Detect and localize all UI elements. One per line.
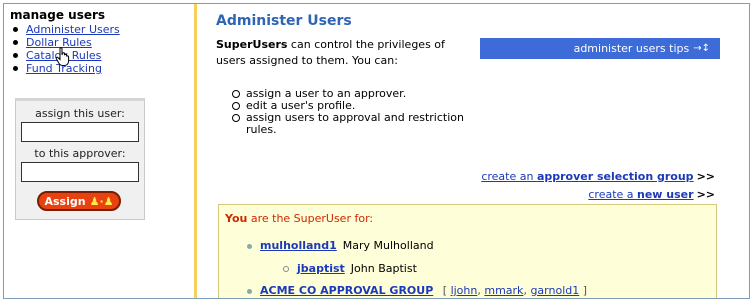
user-login-link[interactable]: mulholland1 [260,239,337,252]
sidebar: manage users Administer Users Dollar Rul… [4,4,194,298]
sidebar-title: manage users [10,8,106,22]
administer-users-link[interactable]: Administer Users [26,23,120,36]
superuser-panel: You are the SuperUser for: mulholland1 Ma… [218,204,717,298]
create-new-user-link[interactable]: create a new user [588,188,693,201]
you-label: You [225,212,248,225]
bracket-open: [ [442,284,448,297]
assign-user-panel: assign this user: to this approver: Assi… [15,98,145,220]
list-item: assign users to approval and restriction… [232,112,492,136]
capabilities-list: assign a user to an approver. edit a use… [232,88,492,136]
list-item: mulholland1 Mary Mulholland [247,239,434,252]
page-frame: manage users Administer Users Dollar Rul… [3,3,750,299]
action-links: create an approver selection group >> cre… [481,168,715,204]
link-prefix: create an [481,170,537,183]
approver-group-row: create an approver selection group >> [481,168,715,186]
assign-people-icon: ♟·♟ [89,194,114,208]
new-user-row: create a new user >> [481,186,715,204]
group-link[interactable]: ACME CO APPROVAL GROUP [260,284,433,297]
bullet-icon [283,266,289,272]
superuser-header: You are the SuperUser for: [225,212,373,225]
link-prefix: create a [588,188,638,201]
superuser-header-rest: are the SuperUser for: [247,212,374,225]
tips-bar[interactable]: administer users tips →↕ [480,38,720,59]
arrows-icon: →↕ [693,43,710,54]
bullet-icon [247,288,252,294]
chevrons-icon: >> [696,188,715,201]
link-bold: approver selection group [536,170,694,183]
superusers-term: SuperUsers [216,38,288,51]
assign-button-label: Assign [44,194,86,208]
link-bold: new user [637,188,694,201]
assign-user-input[interactable] [21,122,139,142]
member-link[interactable]: garnold1 [530,284,579,297]
member-link[interactable]: ljohn [451,284,478,297]
page-title: Administer Users [216,13,352,29]
user-login-link[interactable]: jbaptist [297,262,345,275]
assign-user-label: assign this user: [35,107,125,120]
hand-cursor-icon [55,47,70,66]
user-full-name: Mary Mulholland [342,239,434,252]
chevrons-icon: >> [696,170,715,183]
approver-label: to this approver: [34,147,126,160]
intro-text: SuperUsers can control the privileges of… [216,37,476,69]
member-link[interactable]: mmark [484,284,523,297]
bullet-icon [247,243,252,249]
create-approver-group-link[interactable]: create an approver selection group [481,170,693,183]
group-members: [ ljohn, mmark, garnold1 ] [442,284,588,297]
bracket-close: ] [582,284,588,297]
user-full-name: John Baptist [350,262,417,275]
assign-button[interactable]: Assign ♟·♟ [37,191,121,211]
tips-label: administer users tips [573,42,690,55]
list-item: ACME CO APPROVAL GROUP [ ljohn, mmark, g… [247,284,587,297]
main-content: Administer Users SuperUsers can control … [197,4,749,298]
sidebar-item-administer-users: Administer Users [10,23,120,36]
approver-input[interactable] [21,162,139,182]
list-item: jbaptist John Baptist [283,262,417,275]
